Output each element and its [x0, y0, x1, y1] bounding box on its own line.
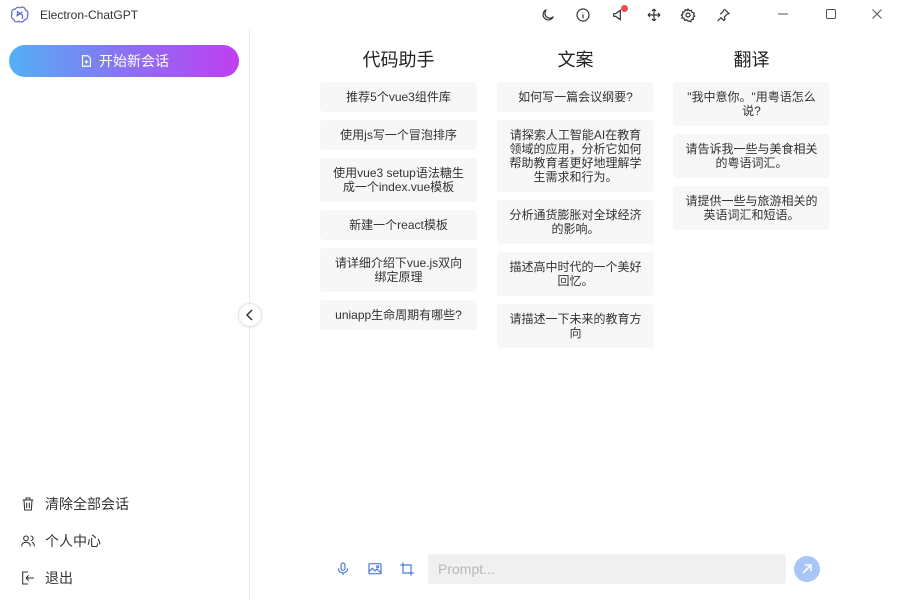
- prompt-card[interactable]: 使用vue3 setup语法糖生成一个index.vue模板: [320, 158, 477, 202]
- app-title: Electron-ChatGPT: [40, 8, 139, 22]
- prompt-card[interactable]: 新建一个react模板: [320, 210, 477, 240]
- logout-button[interactable]: 退出: [0, 559, 249, 596]
- maximize-icon[interactable]: [820, 3, 842, 25]
- notification-icon[interactable]: [609, 5, 629, 25]
- logout-label: 退出: [45, 569, 73, 586]
- column-copywriting: 文案 如何写一篇会议纲要? 请探索人工智能AI在教育领域的应用，分析它如何帮助教…: [497, 48, 654, 356]
- column-translation: 翻译 "我中意你。"用粤语怎么说? 请告诉我一些与美食相关的粤语词汇。 请提供一…: [673, 48, 830, 238]
- collapse-sidebar-button[interactable]: [238, 303, 262, 327]
- prompt-card[interactable]: 推荐5个vue3组件库: [320, 82, 477, 112]
- prompt-card[interactable]: uniapp生命周期有哪些?: [320, 300, 477, 330]
- prompt-input[interactable]: [428, 554, 786, 584]
- move-icon[interactable]: [644, 5, 664, 25]
- sidebar: 开始新会话 清除全部会话 个人中心 退出: [0, 30, 250, 600]
- minimize-icon[interactable]: [772, 3, 794, 25]
- prompt-card[interactable]: 描述高中时代的一个美好回忆。: [497, 252, 654, 296]
- prompt-card[interactable]: 请告诉我一些与美食相关的粤语词汇。: [673, 134, 830, 178]
- openai-logo-icon: [10, 5, 30, 25]
- send-button[interactable]: [794, 556, 820, 582]
- chevron-left-icon: [245, 309, 253, 321]
- column-title: 代码助手: [362, 50, 435, 70]
- moon-icon[interactable]: [538, 5, 558, 25]
- prompt-card[interactable]: 如何写一篇会议纲要?: [497, 82, 654, 112]
- prompt-card[interactable]: 分析通货膨胀对全球经济的影响。: [497, 200, 654, 244]
- settings-icon[interactable]: [678, 5, 698, 25]
- send-arrow-icon: [802, 564, 812, 574]
- profile-label: 个人中心: [45, 532, 101, 549]
- microphone-icon[interactable]: [333, 559, 353, 579]
- clear-all-label: 清除全部会话: [45, 495, 129, 512]
- crop-icon[interactable]: [397, 559, 417, 579]
- trash-icon: [22, 496, 34, 511]
- image-icon[interactable]: [365, 559, 385, 579]
- new-chat-button[interactable]: 开始新会话: [9, 45, 239, 77]
- prompt-card[interactable]: 请描述一下未来的教育方向: [497, 304, 654, 348]
- logout-icon: [22, 570, 34, 585]
- column-title: 文案: [557, 50, 594, 70]
- prompt-card[interactable]: 使用js写一个冒泡排序: [320, 120, 477, 150]
- new-chat-label: 开始新会话: [99, 53, 169, 69]
- pin-icon[interactable]: [713, 5, 733, 25]
- column-title: 翻译: [733, 50, 770, 70]
- prompt-card[interactable]: 请提供一些与旅游相关的英语词汇和短语。: [673, 186, 830, 230]
- title-bar: Electron-ChatGPT: [0, 0, 900, 30]
- users-icon: [21, 534, 35, 546]
- new-chat-icon: [81, 55, 91, 67]
- close-icon[interactable]: [866, 3, 888, 25]
- prompt-card[interactable]: 请探索人工智能AI在教育领域的应用，分析它如何帮助教育者更好地理解学生需求和行为…: [497, 120, 654, 192]
- clear-all-button[interactable]: 清除全部会话: [0, 485, 249, 522]
- prompt-card[interactable]: "我中意你。"用粤语怎么说?: [673, 82, 830, 126]
- column-code-assistant: 代码助手 推荐5个vue3组件库 使用js写一个冒泡排序 使用vue3 setu…: [320, 48, 477, 338]
- notification-badge: [621, 5, 628, 12]
- sidebar-menu: 清除全部会话 个人中心 退出: [0, 485, 249, 596]
- prompt-card[interactable]: 请详细介绍下vue.js双向绑定原理: [320, 248, 477, 292]
- info-icon[interactable]: [573, 5, 593, 25]
- profile-button[interactable]: 个人中心: [0, 522, 249, 559]
